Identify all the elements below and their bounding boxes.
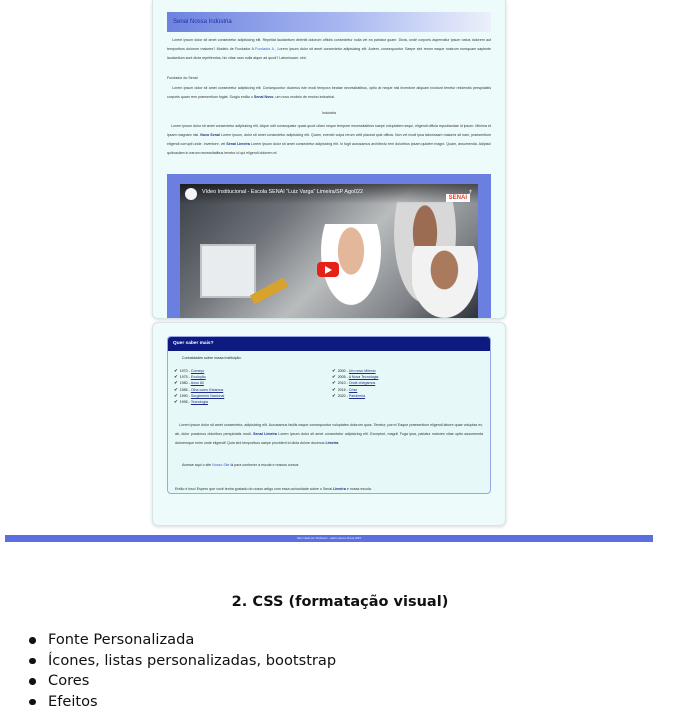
timeline-year: 2010 - [337,381,349,386]
senai-logo: SENAI [445,194,470,202]
timeline-item: ✔ 1985 - Olha como Estamos [174,387,224,393]
p3-bold-2: Senai Limeira [226,142,250,146]
check-icon: ✔ [174,374,178,380]
article-card: Senai Nossa Indústria Lorem ipsum dolor … [152,0,506,319]
info-box: Quer saber mais? Curiosidades sobre noss… [167,336,491,494]
fundador-label: Fundador do Senai [167,76,198,80]
timeline-year: 2015 - [337,387,349,392]
fundador-link[interactable]: Fundador A [255,47,274,51]
timeline-link[interactable]: Evolução [191,375,206,379]
info-paragraph: Lorem ipsum dolor sit amet consectetur, … [175,423,484,445]
timeline-link[interactable]: Começo [191,369,204,373]
timeline-item: ✔ 2010 - Onde chegamos [332,380,378,386]
timeline-link[interactable]: Surgimento Nacional [191,394,224,398]
timeline-link[interactable]: Anos 80 [191,381,204,385]
check-icon: ✔ [332,368,336,373]
article-paragraph-3: Lorem ipsum dolor sit amet consectetur a… [167,122,491,158]
video-section: Vídeo Institucional - Escola SENAI "Luiz… [167,174,491,318]
timeline-year: 2005 - [337,375,349,380]
bullet-item: Fonte Personalizada [28,630,336,651]
p2-tail: , um novo modelo de ensino industrial. [273,95,336,99]
timeline-link[interactable]: Onde chegamos [349,381,375,385]
check-icon: ✔ [332,374,336,380]
timeline-year: 1985 - [179,387,191,392]
access-post: para conhecer a escola e nossos cursos [234,463,299,467]
page-footer-strip: Site criado por Professor - Apoio para a… [5,535,653,542]
css-features-list: Fonte Personalizada Ícones, listas perso… [28,630,336,712]
article-header-bar: Senai Nossa Indústria [167,12,491,32]
closing-post: e nossa escola. [346,487,372,491]
bullet-item: Ícones, listas personalizadas, bootstrap [28,651,336,672]
timeline-link[interactable]: Tecnologia [191,400,208,404]
section-heading: 2. CSS (formatação visual) [231,594,449,610]
timeline-year: 1970 - [179,369,191,373]
bullet-item: Cores [28,671,336,692]
timeline-year: 2000 - [337,369,349,373]
info-box-title: Quer saber mais? [168,337,490,351]
info-para-bold: Senai Limeira [253,432,277,436]
p3-bold-1: Novo Senai [200,133,220,137]
timeline-year: 1995 - [179,400,191,405]
youtube-video-player[interactable]: Vídeo Institucional - Escola SENAI "Luiz… [180,184,478,318]
timeline-year: 1980 - [179,381,191,386]
video-title[interactable]: Vídeo Institucional - Escola SENAI "Luiz… [202,189,363,195]
check-icon: ✔ [332,380,336,386]
closing-line: Então é isso! Espero que você tenha gost… [175,485,495,494]
info-para-bold-2: Limeira [325,441,339,445]
article-paragraph-2: Lorem ipsum dolor sit amet consectetur a… [167,84,491,102]
industria-label: Indústria [322,111,336,115]
check-icon: ✔ [174,386,178,392]
timeline-link[interactable]: Pandemia [349,394,365,398]
bullet-item: Efeitos [28,692,336,713]
timeline-year: 1975 - [179,375,191,380]
timeline-year: 2020 - [337,393,349,398]
closing-bold: Limeira [333,487,346,491]
closing-pre: Então é isso! Espero que você tenha gost… [175,487,333,491]
check-icon: ✔ [174,399,178,405]
timeline-link[interactable]: Um novo Milenio [349,369,376,373]
p2-bold: Senai Novo [253,95,274,99]
external-link-icon: ⧉ [230,463,234,467]
timeline-link[interactable]: Olha como Estamos [191,388,223,392]
check-icon: ✔ [174,392,178,398]
our-site-link[interactable]: Nosso Site [212,463,229,467]
article-paragraph-1: Lorem ipsum dolor sit amet consectetur a… [167,36,491,63]
access-line: Acesse aqui o site Nosso Site ⧉ para con… [182,461,482,470]
timeline-link[interactable]: Crise [349,388,357,392]
timeline-list-left: ✔ 1970 - Começo ✔ 1975 - Evolução ✔ 1980 - An… [174,368,224,405]
timeline-year: 1990 - [179,393,191,398]
video-scene-monitor [200,244,256,298]
access-pre: Acesse aqui o site [182,463,212,467]
check-icon: ✔ [174,368,178,373]
timeline-list-right: ✔ 2000 - Um novo Milenio ✔ 2005 - A Nova Te… [332,368,378,399]
play-button-icon[interactable] [317,262,339,277]
channel-avatar-icon[interactable] [185,188,197,200]
check-icon: ✔ [332,392,336,398]
info-card: Quer saber mais? Curiosidades sobre noss… [152,322,506,526]
check-icon: ✔ [174,380,178,386]
timeline-link[interactable]: A Nova Tecnologia [349,375,379,379]
video-scene-person [412,246,478,318]
timeline-item: ✔ 1995 - Tecnologia [174,399,224,405]
screenshot-root: Senai Nossa Indústria Lorem ipsum dolor … [0,0,680,726]
check-icon: ✔ [332,386,336,392]
info-intro: Curiosidades sobre nossa instituição: [182,356,242,360]
timeline-item: ✔ 2020 - Pandemia [332,393,378,399]
